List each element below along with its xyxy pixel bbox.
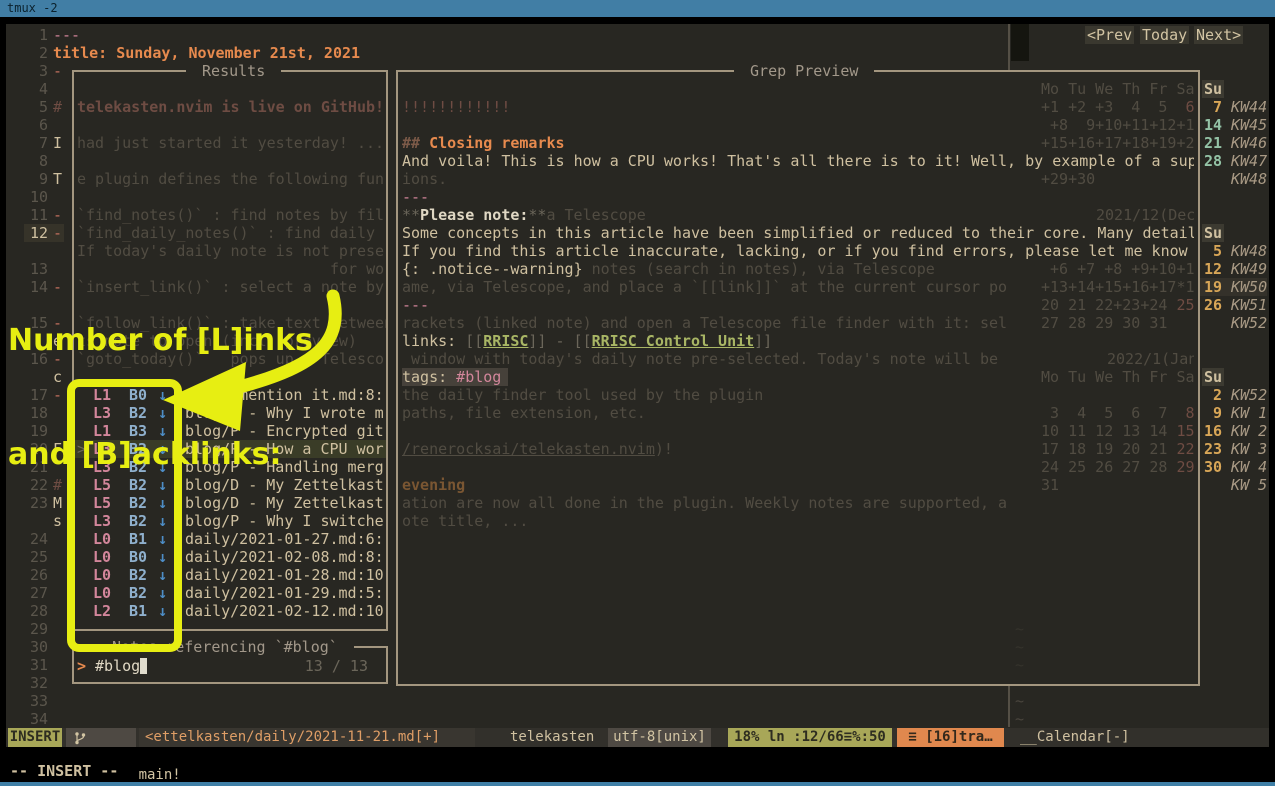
empty-line-tilde: ~ xyxy=(1015,692,1024,710)
screenshot-root: tmux -2 12345678910111213141516171819202… xyxy=(0,0,1275,786)
encoding-segment: utf-8[unix] xyxy=(608,728,711,747)
calendar-week-number: KW47 xyxy=(1231,152,1267,170)
search-input[interactable]: #blog xyxy=(95,657,140,675)
calendar-sunday[interactable]: 23 xyxy=(1204,440,1222,458)
calendar-sunday[interactable]: 9 xyxy=(1204,404,1222,422)
calendar-sunday[interactable]: 2 xyxy=(1204,386,1222,404)
mode-indicator: -- INSERT -- xyxy=(10,762,118,780)
progress-segment: 18% ln :12/66≡%:50 xyxy=(728,728,892,747)
empty-line-tilde: ~ xyxy=(1015,638,1024,656)
git-branch-icon xyxy=(74,731,86,745)
calendar-week-number: KW 2 xyxy=(1231,422,1267,440)
statusline: INSERT main! <ettelkasten/daily/2021-11-… xyxy=(6,728,1269,747)
mode-badge: INSERT xyxy=(8,728,62,747)
text-cursor xyxy=(140,658,147,674)
calendar-sunday[interactable]: 5 xyxy=(1204,242,1222,260)
calendar-week-number: KW 1 xyxy=(1231,404,1267,422)
calendar-week-number: KW52 xyxy=(1231,386,1267,404)
calendar-week-number: KW50 xyxy=(1231,278,1267,296)
calendar-su-header: Su xyxy=(1202,224,1224,242)
git-branch-label: main! xyxy=(139,767,181,783)
calendar-sunday[interactable]: 30 xyxy=(1204,458,1222,476)
calendar-sunday[interactable]: 28 xyxy=(1204,152,1222,170)
result-count: 13 / 13 xyxy=(280,657,368,675)
calendar-sunday[interactable]: 26 xyxy=(1204,296,1222,314)
calendar-week-number: KW 4 xyxy=(1231,458,1267,476)
calendar-window-label: __Calendar[-] xyxy=(1020,728,1130,747)
empty-line-tilde: ~ xyxy=(1015,710,1024,728)
calendar-sunday[interactable]: 19 xyxy=(1204,278,1222,296)
calendar-week-number: KW 3 xyxy=(1231,440,1267,458)
calendar-week-number: KW49 xyxy=(1231,260,1267,278)
calendar-week-number: KW51 xyxy=(1231,296,1267,314)
calendar-week-number: KW48 xyxy=(1231,170,1267,188)
git-branch-segment: main! xyxy=(66,728,136,747)
calendar-week-number: KW48 xyxy=(1231,242,1267,260)
prompt-caret: > xyxy=(77,657,86,675)
calendar-sunday[interactable]: 7 xyxy=(1204,98,1222,116)
empty-line-tilde: ~ xyxy=(1015,620,1024,638)
calendar-week-number: KW 5 xyxy=(1231,476,1267,494)
calendar-sunday[interactable]: 14 xyxy=(1204,116,1222,134)
calendar-su-header: Su xyxy=(1202,80,1224,98)
filename-segment: <ettelkasten/daily/2021-11-21.md[+] xyxy=(139,728,475,747)
plugin-name: telekasten xyxy=(510,728,594,747)
calendar-sunday[interactable]: 21 xyxy=(1204,134,1222,152)
buffer-segment: ≡ [16]tra… xyxy=(897,728,1004,747)
calendar-week-number: KW46 xyxy=(1231,134,1267,152)
calendar-week-number: KW45 xyxy=(1231,116,1267,134)
empty-line-tilde: ~ xyxy=(1015,656,1024,674)
calendar-week-number: KW44 xyxy=(1231,98,1267,116)
annotation-arrow xyxy=(0,0,400,460)
calendar-sunday[interactable]: 12 xyxy=(1204,260,1222,278)
calendar-sunday[interactable]: 16 xyxy=(1204,422,1222,440)
calendar-su-header: Su xyxy=(1202,368,1224,386)
calendar-week-number: KW52 xyxy=(1231,314,1267,332)
